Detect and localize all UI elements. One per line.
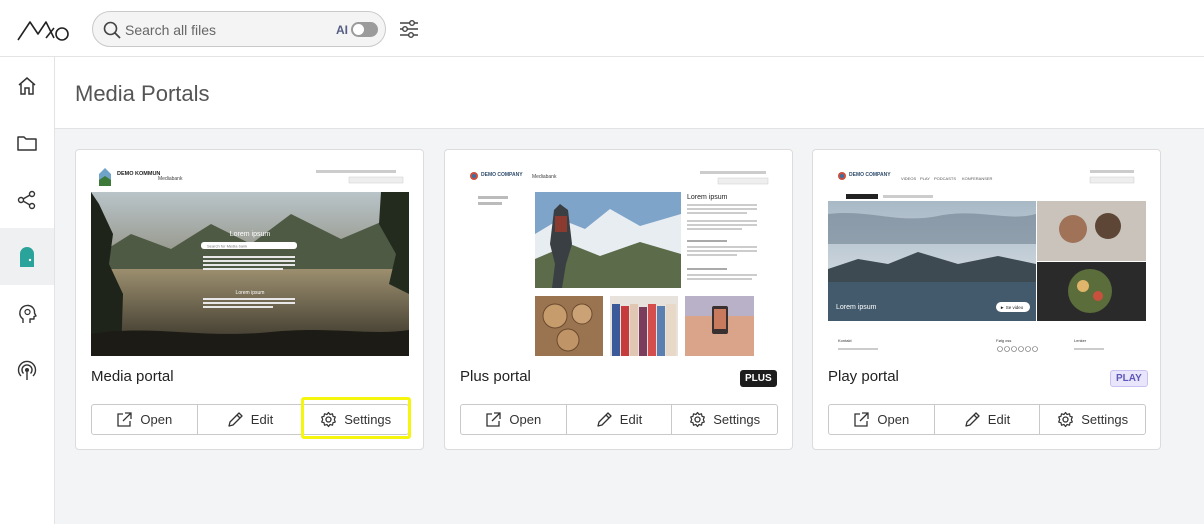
edit-button-label: Edit xyxy=(987,412,1011,427)
pencil-icon xyxy=(597,412,612,427)
share-icon xyxy=(17,190,36,209)
open-button-label: Open xyxy=(509,412,542,427)
sidebar-item-files[interactable] xyxy=(0,114,54,171)
portal-preview-image[interactable]: DEMO COMPANY VIDEOS PLAY PODCASTS KONFER… xyxy=(828,164,1146,356)
pencil-icon xyxy=(965,412,980,427)
settings-button-label: Settings xyxy=(713,412,761,427)
open-button[interactable]: Open xyxy=(829,405,935,434)
sidebar-item-broadcast[interactable] xyxy=(0,342,54,399)
preview-hero-title: Lorem ipsum xyxy=(230,231,271,238)
preview-play-label: ► Se video xyxy=(1000,305,1024,310)
pencil-icon xyxy=(228,412,243,427)
settings-button-label: Settings xyxy=(344,412,392,427)
plan-badge: PLUS xyxy=(740,370,777,387)
portal-preview-image[interactable]: DEMO COMPANY Mediabank Lorem ipsum xyxy=(460,164,778,356)
open-button[interactable]: Open xyxy=(92,405,198,434)
portal-icon xyxy=(20,246,34,267)
page-title: Media Portals xyxy=(75,81,210,106)
preview-nav-2: PLAY xyxy=(920,176,930,181)
portal-card-title: Play portal xyxy=(828,368,899,385)
open-button-label: Open xyxy=(877,412,910,427)
settings-button[interactable]: Settings xyxy=(1040,405,1145,434)
external-link-icon xyxy=(854,412,870,427)
sidebar-item-share[interactable] xyxy=(0,171,54,228)
preview-brand: DEMO COMPANY xyxy=(481,172,523,178)
broadcast-icon xyxy=(17,360,37,380)
settings-button[interactable]: Settings xyxy=(672,405,777,434)
ai-label: AI xyxy=(336,23,348,37)
gear-icon xyxy=(1058,411,1074,428)
sidebar-item-insights[interactable] xyxy=(0,285,54,342)
portal-preview-image[interactable]: DEMO KOMMUN Mediabank Lorem ipsum Search… xyxy=(91,164,409,356)
preview-search-placeholder: Search for Media bank xyxy=(207,244,247,249)
preview-hero-caption: Lorem ipsum xyxy=(836,304,877,311)
portal-card-play: DEMO COMPANY VIDEOS PLAY PODCASTS KONFER… xyxy=(812,149,1161,450)
gear-icon xyxy=(321,411,337,428)
portal-card-actions: Open Edit Settings xyxy=(91,404,409,435)
search-bar: AI xyxy=(92,11,386,47)
folder-icon xyxy=(17,135,37,151)
settings-button-label: Settings xyxy=(1081,412,1129,427)
edit-button-label: Edit xyxy=(619,412,643,427)
top-bar: AI xyxy=(0,0,1204,57)
edit-button[interactable]: Edit xyxy=(198,405,304,434)
preview-nav: Mediabank xyxy=(532,174,557,180)
portal-card-title: Media portal xyxy=(91,368,174,385)
preview-nav-3: PODCASTS xyxy=(934,176,956,181)
home-icon xyxy=(18,76,36,95)
plan-badge: PLAY xyxy=(1110,370,1148,387)
open-button-label: Open xyxy=(140,412,173,427)
preview-brand: DEMO KOMMUN xyxy=(117,171,160,177)
filter-settings-icon[interactable] xyxy=(398,18,420,40)
app-logo[interactable] xyxy=(16,14,72,44)
preview-footer-1: Kontakt xyxy=(838,338,852,343)
settings-button[interactable]: Settings xyxy=(303,405,408,434)
lightbulb-head-icon xyxy=(19,304,37,323)
portal-card-plus: DEMO COMPANY Mediabank Lorem ipsum Plus … xyxy=(444,149,793,450)
search-input[interactable] xyxy=(125,19,325,41)
preview-footer-3: Lenker xyxy=(1074,338,1087,343)
portal-card-title: Plus portal xyxy=(460,368,531,385)
search-icon xyxy=(103,21,121,39)
sidebar xyxy=(0,57,55,524)
edit-button[interactable]: Edit xyxy=(935,405,1041,434)
ai-toggle[interactable] xyxy=(351,22,378,37)
preview-brand: DEMO COMPANY xyxy=(849,172,891,178)
preview-section-title: Lorem ipsum xyxy=(236,290,265,296)
preview-nav-1: VIDEOS xyxy=(901,176,916,181)
preview-heading: Lorem ipsum xyxy=(687,194,728,201)
portal-card-actions: Open Edit Settings xyxy=(460,404,778,435)
preview-nav: Mediabank xyxy=(158,176,183,182)
external-link-icon xyxy=(117,412,133,427)
sidebar-item-media-portals[interactable] xyxy=(0,228,54,285)
preview-footer-2: Følg oss xyxy=(996,338,1011,343)
edit-button-label: Edit xyxy=(250,412,274,427)
gear-icon xyxy=(690,411,706,428)
edit-button[interactable]: Edit xyxy=(567,405,673,434)
open-button[interactable]: Open xyxy=(461,405,567,434)
portal-card-media: DEMO KOMMUN Mediabank Lorem ipsum Search… xyxy=(75,149,424,450)
page-header: Media Portals xyxy=(55,57,1204,129)
external-link-icon xyxy=(486,412,502,427)
portal-card-actions: Open Edit Settings xyxy=(828,404,1146,435)
preview-nav-4: KONFERANSER xyxy=(962,176,993,181)
sidebar-item-home[interactable] xyxy=(0,57,54,114)
